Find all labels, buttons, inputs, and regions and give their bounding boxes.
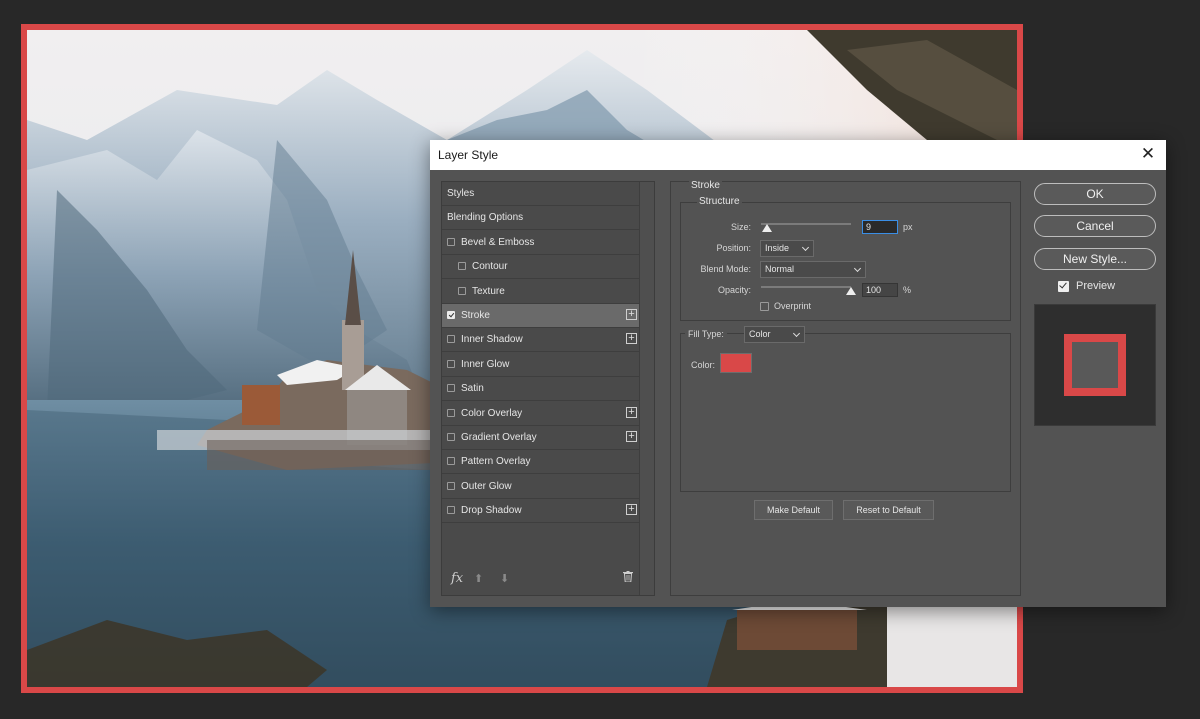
stroke-settings-panel: Stroke Structure Size: 9 px Position: In… [670, 180, 1021, 596]
preview-label: Preview [1076, 280, 1116, 292]
style-item-label: Drop Shadow [461, 505, 522, 517]
opacity-unit: % [903, 285, 912, 295]
dialog-title: Layer Style [438, 148, 499, 162]
style-item-checkbox[interactable] [447, 408, 455, 417]
style-item-checkbox[interactable] [447, 311, 455, 319]
size-unit: px [903, 222, 913, 232]
style-item[interactable]: Inner Glow [442, 353, 639, 377]
layer-style-dialog: Layer Style ✕ Styles Blending Options Beve… [430, 140, 1166, 607]
style-preview-thumbnail [1034, 304, 1156, 426]
style-item[interactable]: Blending Options [442, 206, 639, 231]
structure-title: Structure [697, 196, 742, 207]
fill-type-dropdown[interactable]: Color [744, 326, 805, 343]
style-item[interactable]: Color Overlay + [442, 402, 639, 426]
opacity-input[interactable]: 100 [862, 283, 898, 297]
blend-mode-value: Normal [765, 264, 795, 274]
overprint-checkbox[interactable] [760, 302, 769, 311]
make-default-button[interactable]: Make Default [754, 500, 833, 520]
style-item[interactable]: Satin [442, 377, 639, 402]
fill-type-value: Color [749, 329, 771, 339]
size-slider-track[interactable] [761, 223, 851, 225]
add-effect-icon[interactable]: + [626, 333, 637, 345]
style-item-label: Bevel & Emboss [461, 236, 535, 248]
chevron-down-icon [792, 329, 801, 338]
style-item-checkbox[interactable] [447, 237, 455, 246]
style-item-checkbox[interactable] [447, 384, 455, 393]
style-item[interactable]: Gradient Overlay + [442, 426, 639, 450]
style-item[interactable]: Outer Glow [442, 475, 639, 499]
style-item[interactable]: Pattern Overlay [442, 450, 639, 475]
fx-icon[interactable]: fx [451, 571, 463, 586]
style-item-label: Gradient Overlay [461, 432, 537, 443]
style-item-label: Satin [461, 383, 484, 395]
opacity-label: Opacity: [717, 285, 751, 295]
style-item[interactable]: Stroke + [442, 304, 639, 328]
style-item-checkbox[interactable] [447, 433, 455, 441]
style-item-checkbox[interactable] [458, 262, 466, 271]
ok-button[interactable]: OK [1034, 183, 1156, 205]
style-item-label: Color Overlay [461, 407, 523, 419]
position-label: Position: [716, 243, 751, 253]
chevron-down-icon [853, 264, 862, 273]
style-item-checkbox[interactable] [447, 335, 455, 344]
chevron-down-icon [801, 243, 810, 252]
opacity-slider-thumb[interactable] [846, 287, 856, 295]
style-item-label: Contour [472, 261, 508, 273]
blend-mode-label: Blend Mode: [700, 264, 751, 274]
close-icon[interactable]: ✕ [1138, 143, 1158, 165]
style-item-label: Texture [472, 285, 505, 297]
style-item[interactable]: Texture [442, 280, 639, 304]
color-label: Color: [691, 360, 716, 370]
style-item-label: Styles [447, 188, 475, 199]
style-item-label: Stroke [461, 310, 490, 321]
style-item-label: Inner Shadow [461, 334, 523, 346]
trash-icon[interactable] [623, 571, 633, 582]
size-slider-thumb[interactable] [761, 224, 772, 232]
style-item-checkbox[interactable] [447, 457, 455, 466]
size-label: Size: [730, 222, 751, 232]
dialog-titlebar[interactable]: Layer Style ✕ [430, 140, 1166, 170]
style-item[interactable]: Styles [442, 182, 639, 206]
add-effect-icon[interactable]: + [626, 309, 637, 320]
preview-checkbox[interactable] [1058, 281, 1069, 292]
style-item-label: Blending Options [447, 212, 524, 224]
preview-square [1064, 334, 1126, 396]
arrow-down-icon[interactable]: ⬇ [500, 572, 509, 585]
style-item-label: Inner Glow [461, 358, 510, 370]
arrow-up-icon[interactable]: ⬆ [474, 572, 483, 585]
size-input[interactable]: 9 [862, 220, 898, 234]
style-item-checkbox[interactable] [447, 359, 455, 368]
style-item[interactable]: Bevel & Emboss [442, 231, 639, 255]
position-value: Inside [765, 243, 790, 253]
add-effect-icon[interactable]: + [626, 504, 637, 516]
style-item-checkbox[interactable] [447, 481, 455, 490]
style-item-checkbox[interactable] [447, 506, 455, 515]
style-item-label: Outer Glow [461, 480, 512, 492]
overprint-label: Overprint [774, 301, 812, 311]
style-item[interactable]: Contour [442, 255, 639, 280]
structure-group: Structure Size: 9 px Position: Inside Bl… [680, 196, 1011, 321]
styles-list-panel: Styles Blending Options Bevel & Emboss Cont… [441, 181, 655, 596]
style-item-checkbox[interactable] [458, 286, 466, 295]
style-item[interactable]: Inner Shadow + [442, 328, 639, 353]
color-swatch[interactable] [720, 353, 752, 373]
reset-to-default-button[interactable]: Reset to Default [843, 500, 934, 520]
stroke-section-title: Stroke [689, 180, 722, 191]
add-effect-icon[interactable]: + [626, 431, 637, 442]
fill-group: Fill Type: Color Color: [680, 326, 1011, 492]
add-effect-icon[interactable]: + [626, 406, 637, 418]
fill-type-label: Fill Type: [685, 329, 727, 339]
new-style-button[interactable]: New Style... [1034, 248, 1156, 270]
cancel-button[interactable]: Cancel [1034, 215, 1156, 237]
opacity-slider-track[interactable] [761, 286, 851, 288]
styles-list-toolbar: fx ⬆ ⬇ [442, 565, 639, 595]
styles-list-scrollbar[interactable] [639, 182, 654, 595]
position-dropdown[interactable]: Inside [760, 240, 814, 257]
blend-mode-dropdown[interactable]: Normal [760, 261, 866, 278]
style-item-label: Pattern Overlay [461, 456, 531, 468]
style-item[interactable]: Drop Shadow + [442, 499, 639, 524]
